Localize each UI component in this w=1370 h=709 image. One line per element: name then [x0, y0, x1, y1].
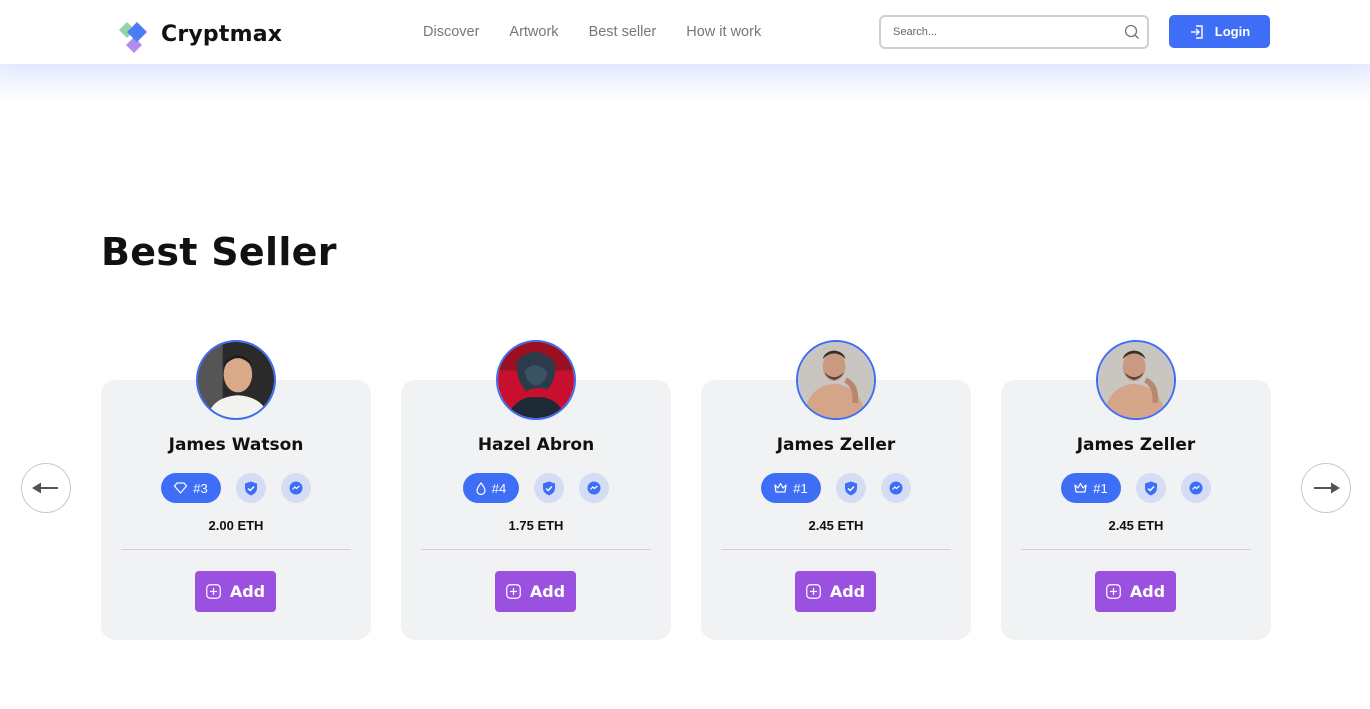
- arrow-right-icon: [1314, 482, 1340, 494]
- brand-logo[interactable]: Cryptmax: [113, 15, 282, 53]
- verified-badge[interactable]: [235, 473, 266, 503]
- seller-name: James Watson: [168, 435, 304, 455]
- avatar[interactable]: [496, 340, 576, 420]
- seller-name: James Zeller: [1076, 435, 1196, 455]
- avatar[interactable]: [796, 340, 876, 420]
- nav-artwork[interactable]: Artwork: [509, 24, 558, 40]
- price-label: 2.45 ETH: [1108, 518, 1164, 533]
- badge-row: #1: [1001, 473, 1271, 503]
- nav-best-seller[interactable]: Best seller: [589, 24, 657, 40]
- main-nav: Discover Artwork Best seller How it work: [423, 24, 761, 40]
- rank-badge[interactable]: #1: [761, 473, 821, 503]
- messenger-icon: [889, 481, 903, 495]
- seller-name: Hazel Abron: [477, 435, 595, 455]
- add-button[interactable]: Add: [1095, 571, 1176, 612]
- plus-square-icon: [505, 584, 521, 599]
- shield-check-icon: [244, 481, 257, 495]
- search-icon[interactable]: [1117, 24, 1147, 40]
- messenger-badge[interactable]: [579, 473, 610, 503]
- diamond-icon: [174, 482, 188, 494]
- add-button[interactable]: Add: [495, 571, 576, 612]
- nav-how-it-work[interactable]: How it work: [686, 24, 761, 40]
- badge-row: #1: [701, 473, 971, 503]
- rank-badge[interactable]: #3: [161, 473, 221, 503]
- add-label: Add: [229, 582, 266, 601]
- add-label: Add: [829, 582, 866, 601]
- login-label: Login: [1214, 24, 1251, 39]
- messenger-icon: [587, 481, 601, 495]
- drop-icon: [476, 481, 486, 495]
- verified-badge[interactable]: [1135, 473, 1166, 503]
- crown-icon: [1074, 482, 1087, 493]
- badge-row: #3: [101, 473, 371, 503]
- crown-icon: [774, 482, 787, 493]
- price-label: 1.75 ETH: [508, 518, 564, 533]
- avatar-image-icon: [798, 342, 874, 418]
- badge-row: #4: [401, 473, 671, 503]
- divider: [121, 549, 351, 550]
- top-navbar: Cryptmax Discover Artwork Best seller Ho…: [0, 0, 1370, 64]
- rank-label: #1: [793, 480, 808, 496]
- rank-label: #4: [491, 480, 507, 496]
- avatar-image-icon: [498, 342, 574, 418]
- divider: [1021, 549, 1251, 550]
- carousel-next-button[interactable]: [1301, 463, 1351, 513]
- plus-square-icon: [805, 584, 821, 599]
- price-label: 2.00 ETH: [208, 518, 264, 533]
- add-label: Add: [529, 582, 566, 601]
- shield-check-icon: [1144, 481, 1157, 495]
- carousel-prev-button[interactable]: [21, 463, 71, 513]
- avatar[interactable]: [196, 340, 276, 420]
- brand-name: Cryptmax: [161, 21, 283, 47]
- shield-check-icon: [844, 481, 857, 495]
- messenger-badge[interactable]: [880, 473, 911, 503]
- messenger-badge[interactable]: [1180, 473, 1211, 503]
- search-input[interactable]: [881, 17, 1117, 47]
- messenger-badge[interactable]: [280, 473, 311, 503]
- avatar[interactable]: [1096, 340, 1176, 420]
- add-button[interactable]: Add: [195, 571, 276, 612]
- avatar-image-icon: [1098, 342, 1174, 418]
- add-label: Add: [1129, 582, 1166, 601]
- section-title: Best Seller: [101, 230, 337, 274]
- shield-check-icon: [543, 481, 556, 495]
- search-box: [879, 15, 1149, 49]
- add-button[interactable]: Add: [795, 571, 876, 612]
- rank-badge[interactable]: #1: [1061, 473, 1121, 503]
- login-icon: [1190, 24, 1203, 39]
- cryptmax-logo-icon: [119, 22, 147, 53]
- nav-discover[interactable]: Discover: [423, 24, 479, 40]
- messenger-icon: [1189, 481, 1203, 495]
- seller-card: James Watson #3 2.00 ETH Add: [101, 340, 371, 640]
- rank-badge[interactable]: #4: [462, 473, 520, 503]
- divider: [421, 549, 651, 550]
- rank-label: #3: [193, 480, 208, 496]
- plus-square-icon: [205, 584, 221, 599]
- avatar-image-icon: [198, 342, 274, 418]
- price-label: 2.45 ETH: [808, 518, 864, 533]
- messenger-icon: [289, 481, 303, 495]
- verified-badge[interactable]: [534, 473, 565, 503]
- seller-card: James Zeller #1 2.45 ETH Add: [1001, 340, 1271, 640]
- divider: [721, 549, 951, 550]
- seller-name: James Zeller: [776, 435, 896, 455]
- seller-card: James Zeller #1 2.45 ETH Add: [701, 340, 971, 640]
- header-shadow: [0, 64, 1370, 104]
- rank-label: #1: [1093, 480, 1108, 496]
- plus-square-icon: [1105, 584, 1121, 599]
- arrow-left-icon: [32, 482, 58, 494]
- login-button[interactable]: Login: [1169, 15, 1270, 48]
- verified-badge[interactable]: [835, 473, 866, 503]
- seller-card: Hazel Abron #4 1.75 ETH Add: [401, 340, 671, 640]
